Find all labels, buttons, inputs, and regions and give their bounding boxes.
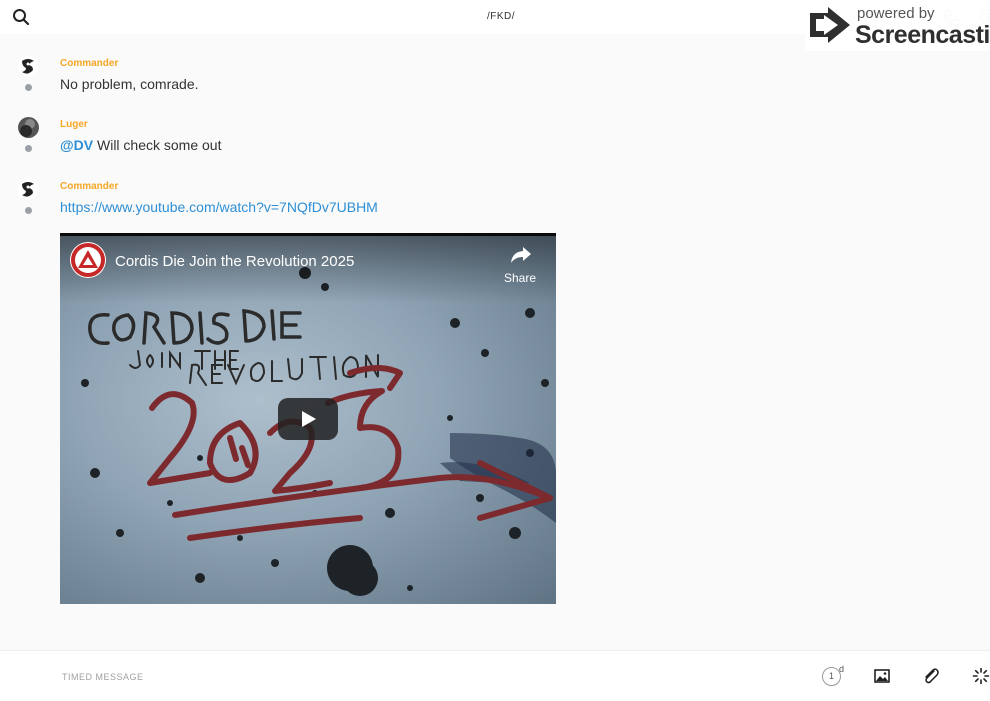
youtube-link[interactable]: https://www.youtube.com/watch?v=7NQfDv7U…: [60, 199, 378, 215]
luger-avatar[interactable]: [18, 117, 39, 138]
message-author[interactable]: Luger: [60, 119, 88, 130]
user-mention[interactable]: @DV: [60, 137, 93, 153]
screencastify-watermark: powered by Screencastify: [805, 3, 990, 51]
share-label: Share: [503, 271, 537, 285]
message-text: @DV Will check some out: [60, 137, 221, 153]
commander-avatar[interactable]: [18, 56, 39, 77]
message-text-body: Will check some out: [93, 137, 222, 153]
watermark-small-text: powered by: [857, 5, 935, 22]
message-author[interactable]: Commander: [60, 58, 118, 69]
status-dot: [25, 84, 32, 91]
timer-unit: d: [839, 664, 845, 674]
timer-icon[interactable]: 1 d: [822, 664, 848, 689]
spinner-icon[interactable]: [972, 667, 990, 685]
watermark-brand: Screencastify: [855, 21, 990, 49]
status-dot: [25, 145, 32, 152]
status-dot: [25, 207, 32, 214]
youtube-video-embed[interactable]: Cordis Die Join the Revolution 2025 Shar…: [60, 233, 556, 604]
channel-logo-icon[interactable]: [70, 242, 106, 278]
message-text: No problem, comrade.: [60, 76, 199, 92]
screencastify-logo-icon: [808, 7, 852, 52]
commander-avatar[interactable]: [18, 179, 39, 200]
play-icon: [302, 411, 316, 427]
paperclip-icon[interactable]: [922, 667, 940, 685]
image-icon[interactable]: [873, 667, 891, 685]
message-author[interactable]: Commander: [60, 181, 118, 192]
share-icon: [511, 247, 531, 263]
share-button[interactable]: Share: [500, 245, 540, 289]
message-composer: 1 d: [0, 650, 990, 701]
play-button[interactable]: [278, 398, 338, 440]
video-title[interactable]: Cordis Die Join the Revolution 2025: [115, 253, 354, 270]
timed-message-input[interactable]: [60, 666, 764, 688]
